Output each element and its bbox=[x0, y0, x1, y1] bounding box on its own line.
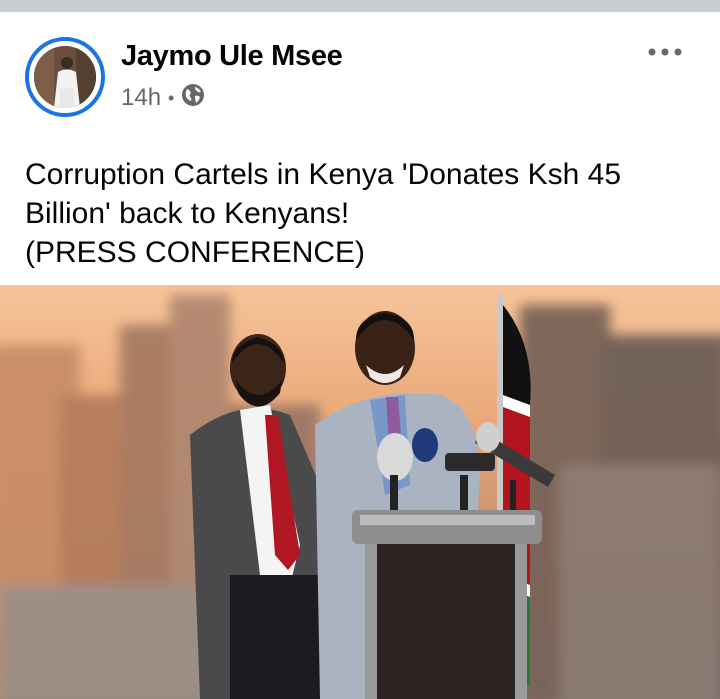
post-card: Jaymo Ule Msee 14h • Corruption Cartels … bbox=[0, 12, 720, 699]
more-options-button[interactable] bbox=[645, 40, 685, 64]
post-text-line: Corruption Cartels in Kenya 'Donates Ksh… bbox=[25, 158, 622, 191]
avatar-photo bbox=[34, 46, 96, 108]
meta-separator: • bbox=[168, 87, 175, 108]
avatar-ring[interactable] bbox=[25, 37, 105, 117]
post-meta: 14h • bbox=[121, 83, 205, 114]
post-time[interactable]: 14h bbox=[121, 84, 161, 112]
post-text-line: (PRESS CONFERENCE) bbox=[25, 236, 366, 269]
more-horizontal-icon bbox=[648, 48, 682, 56]
post-photo[interactable] bbox=[0, 285, 720, 699]
avatar[interactable] bbox=[34, 46, 96, 108]
podium bbox=[352, 510, 542, 699]
post-text-line: Billion' back to Kenyans! bbox=[25, 197, 350, 230]
globe-icon[interactable] bbox=[181, 83, 205, 114]
press-conference-image bbox=[0, 285, 720, 699]
author-name[interactable]: Jaymo Ule Msee bbox=[121, 40, 343, 73]
post-text: Corruption Cartels in Kenya 'Donates Ksh… bbox=[25, 155, 705, 272]
